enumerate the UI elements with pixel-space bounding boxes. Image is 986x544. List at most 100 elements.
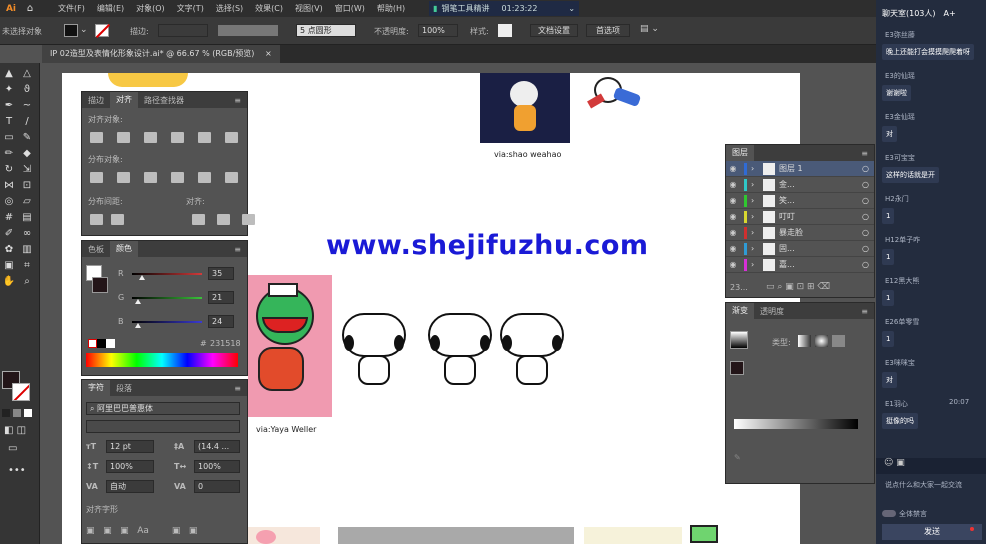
vertical-scale-input[interactable]: 100% — [106, 460, 154, 473]
color-channel-slider[interactable] — [132, 321, 202, 323]
close-icon[interactable]: × — [265, 49, 272, 58]
layer-row[interactable]: ◉ › 暴走脸 ○ — [726, 225, 874, 241]
color-mode-icons[interactable] — [2, 409, 32, 417]
slider-thumb-icon[interactable] — [138, 275, 145, 280]
width-tool-icon[interactable]: ⋈ — [2, 179, 16, 193]
screen-mode-icon[interactable]: ▭ — [8, 443, 17, 454]
slider-thumb-icon[interactable] — [134, 299, 141, 304]
gradient-slider[interactable] — [734, 419, 858, 429]
panel-menu-icon[interactable]: ≡ — [228, 96, 247, 105]
mute-all-toggle[interactable] — [882, 510, 896, 517]
gradient-type-buttons[interactable] — [798, 335, 845, 347]
align-to-artboard-button[interactable] — [242, 214, 255, 225]
distribute-button[interactable] — [198, 172, 211, 183]
menu-item[interactable]: 编辑(E) — [91, 3, 130, 14]
eyedropper-icon[interactable]: ✎ — [734, 453, 741, 462]
selection-tool-icon[interactable]: ▲ — [2, 67, 16, 81]
eye-icon[interactable]: ◉ — [726, 212, 740, 221]
preferences-button[interactable]: 首选项 — [586, 24, 630, 37]
stroke-gray-bar[interactable] — [218, 25, 278, 36]
color-spectrum[interactable] — [86, 353, 238, 367]
stroke-color-swatch[interactable] — [12, 383, 30, 401]
arrange-icon[interactable]: ▤ ⌄ — [640, 24, 659, 34]
menu-item[interactable]: 文件(F) — [52, 3, 91, 14]
chevron-right-icon[interactable]: › — [751, 260, 759, 269]
align-button[interactable] — [144, 132, 157, 143]
eye-icon[interactable]: ◉ — [726, 244, 740, 253]
layer-row[interactable]: ◉ › 固... ○ — [726, 241, 874, 257]
distribute-button[interactable] — [225, 172, 238, 183]
panel-menu-icon[interactable]: ≡ — [228, 245, 247, 254]
document-setup-button[interactable]: 文档设置 — [530, 24, 578, 37]
tab-gradient[interactable]: 渐变 — [726, 303, 754, 319]
chat-input-hint[interactable]: 说点什么和大家一起交流 — [885, 480, 962, 490]
tab-character[interactable]: 字符 — [82, 380, 110, 396]
more-tools-icon[interactable]: ••• — [8, 465, 26, 476]
artboard-tool-icon[interactable]: ▣ — [2, 259, 16, 273]
pen-tool-icon[interactable]: ✒ — [2, 99, 16, 113]
tab-stroke[interactable]: 描边 — [82, 95, 110, 106]
layer-row[interactable]: ◉ › 笑... ○ — [726, 193, 874, 209]
distribute-button[interactable] — [144, 172, 157, 183]
shape-builder-tool-icon[interactable]: ◎ — [2, 195, 16, 209]
distribute-button[interactable] — [171, 172, 184, 183]
opacity-input[interactable]: 100% — [418, 24, 458, 37]
gradient-stroke-swatch[interactable] — [730, 361, 744, 375]
target-icon[interactable]: ○ — [862, 228, 874, 237]
layer-row[interactable]: ◉ › 叮叮 ○ — [726, 209, 874, 225]
style-swatch[interactable] — [498, 24, 512, 37]
kerning-input[interactable]: 自动 — [106, 480, 154, 493]
eye-icon[interactable]: ◉ — [726, 260, 740, 269]
line-tool-icon[interactable]: / — [20, 115, 34, 129]
align-button[interactable] — [225, 132, 238, 143]
distribute-spacing-button[interactable] — [111, 214, 124, 225]
font-style-select[interactable] — [86, 420, 240, 433]
stroke-swatch[interactable] — [95, 23, 111, 39]
paintbrush-tool-icon[interactable]: ✎ — [20, 131, 34, 145]
lasso-tool-icon[interactable]: ϑ — [20, 83, 34, 97]
chevron-right-icon[interactable]: › — [751, 244, 759, 253]
home-icon[interactable]: ⌂ — [22, 3, 38, 14]
layer-footer-icons[interactable]: ▭ ⌕ ▣ ⊡ ⊞ ⌫ — [766, 282, 830, 292]
menu-item[interactable]: 窗口(W) — [329, 3, 371, 14]
align-to-key-button[interactable] — [217, 214, 230, 225]
color-channel-slider[interactable] — [132, 297, 202, 299]
align-button[interactable] — [90, 132, 103, 143]
color-channel-value[interactable]: 24 — [208, 315, 234, 328]
chevron-right-icon[interactable]: › — [751, 180, 759, 189]
target-icon[interactable]: ○ — [862, 260, 874, 269]
distribute-button[interactable] — [90, 172, 103, 183]
perspective-tool-icon[interactable]: ▱ — [20, 195, 34, 209]
mesh-tool-icon[interactable]: # — [2, 211, 16, 225]
horizontal-scale-input[interactable]: 100% — [194, 460, 240, 473]
color-stroke-swatch[interactable] — [92, 277, 108, 293]
menu-item[interactable]: 帮助(H) — [371, 3, 411, 14]
layer-row[interactable]: ◉ › 图层 1 ○ — [726, 161, 874, 177]
font-size-input[interactable]: 12 pt — [106, 440, 154, 453]
curvature-tool-icon[interactable]: ~ — [20, 99, 34, 113]
tab-layers[interactable]: 图层 — [726, 145, 754, 161]
chevron-right-icon[interactable]: › — [751, 228, 759, 237]
panel-menu-icon[interactable]: ≡ — [855, 149, 874, 158]
leading-input[interactable]: (14.4 ... — [194, 440, 240, 453]
layer-row[interactable]: ◉ › 嘉... ○ — [726, 257, 874, 273]
send-button[interactable]: 发送 — [882, 524, 982, 540]
glyph-icons[interactable]: ▣ ▣ ▣ Aa ▣ ▣ — [86, 526, 197, 536]
align-button[interactable] — [171, 132, 184, 143]
stroke-weight-input[interactable] — [158, 24, 208, 37]
none-black-white-swatches[interactable] — [88, 339, 115, 348]
target-icon[interactable]: ○ — [862, 180, 874, 189]
gradient-preview-swatch[interactable] — [730, 331, 748, 349]
chevron-right-icon[interactable]: › — [751, 196, 759, 205]
panel-menu-icon[interactable]: ≡ — [855, 307, 874, 316]
gradient-tool-icon[interactable]: ▤ — [20, 211, 34, 225]
tracking-input[interactable]: 0 — [194, 480, 240, 493]
chevron-right-icon[interactable]: › — [751, 164, 759, 173]
distribute-spacing-button[interactable] — [90, 214, 103, 225]
chevron-down-icon[interactable]: ⌄ — [568, 4, 575, 13]
hex-value[interactable]: 231518 — [210, 339, 241, 348]
font-size-button[interactable]: A+ — [944, 9, 956, 18]
distribute-button[interactable] — [117, 172, 130, 183]
graph-tool-icon[interactable]: ▥ — [20, 243, 34, 257]
chevron-right-icon[interactable]: › — [751, 212, 759, 221]
